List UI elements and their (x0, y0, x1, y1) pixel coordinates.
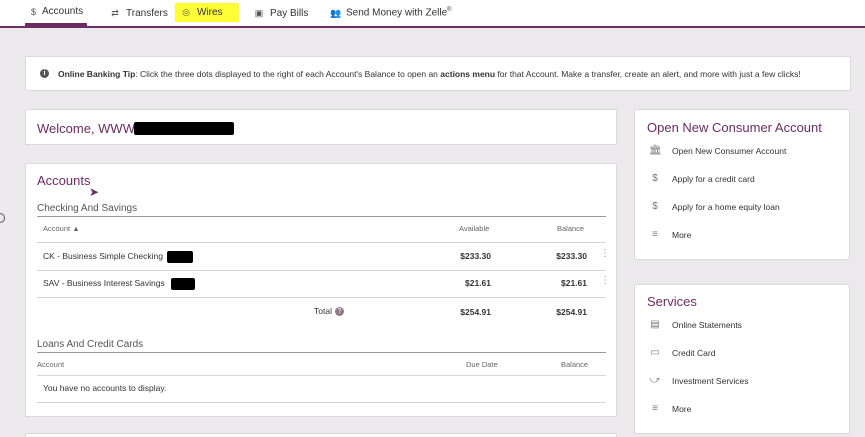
accounts-title: Accounts (37, 173, 91, 188)
more-open-account-link[interactable]: ≡ More (649, 229, 691, 240)
calendar-icon: ▣ (254, 7, 264, 18)
investment-services-link[interactable]: ⤻ Investment Services (649, 375, 749, 386)
top-navigation: $ Accounts ⇄ Transfers ◎ Wires ▣ Pay Bil… (0, 0, 865, 28)
tab-pay-bills-label: Pay Bills (270, 7, 309, 19)
open-account-card: Open New Consumer Account 🏛 Open New Con… (634, 109, 850, 260)
link-label: More (672, 403, 692, 414)
tab-zelle[interactable]: 👥 Send Money with Zelle® (324, 0, 458, 26)
total-balance: $254.91 (556, 307, 587, 317)
more-services-link[interactable]: ≡ More (649, 403, 691, 414)
scroll-indicator (0, 213, 5, 223)
dollar-icon: $ (652, 173, 658, 184)
bank-icon: 🏛 (649, 145, 662, 156)
tab-wires-label: Wires (197, 7, 223, 18)
credit-card-link[interactable]: ▭ Credit Card (649, 347, 715, 358)
tab-zelle-label: Send Money with Zelle® (346, 7, 452, 19)
column-available: Available (459, 224, 490, 233)
available-savings: $21.61 (465, 278, 491, 288)
account-name-savings[interactable]: SAV - Business Interest Savings (43, 278, 165, 288)
divider (37, 216, 606, 217)
sort-up-icon: ▲ (72, 224, 80, 233)
link-label: Open New Consumer Account (672, 145, 787, 156)
loans-column-account: Account (37, 360, 65, 369)
tip-banner: i Online Banking Tip: Click the three do… (25, 56, 851, 91)
tip-text: Online Banking Tip: Click the three dots… (58, 68, 801, 79)
tab-accounts-label: Accounts (42, 6, 84, 17)
redaction-bar (167, 251, 193, 263)
welcome-card: Welcome, WWW (25, 109, 617, 145)
registered-mark: ® (447, 7, 452, 14)
tab-pay-bills[interactable]: ▣ Pay Bills (248, 0, 314, 26)
divider (37, 352, 606, 353)
globe-icon: ◎ (182, 7, 190, 17)
welcome-text: Welcome, WWW (37, 121, 135, 136)
link-label: Apply for a credit card (672, 173, 755, 184)
help-icon[interactable]: ? (334, 307, 344, 317)
tab-wires[interactable]: ◎ Wires (175, 3, 239, 22)
dollar-icon: $ (652, 201, 658, 212)
total-available: $254.91 (460, 307, 491, 317)
link-label: Apply for a home equity loan (672, 201, 780, 212)
menu-icon: ≡ (652, 403, 658, 414)
available-checking: $233.30 (460, 251, 491, 261)
loans-heading: Loans And Credit Cards (37, 339, 144, 350)
document-icon: ▤ (650, 319, 660, 330)
balance-checking: $233.30 (556, 251, 587, 261)
divider (37, 270, 606, 271)
more-actions-icon[interactable]: ⋮ (600, 249, 610, 259)
balance-savings: $21.61 (561, 278, 587, 288)
accounts-card: Accounts Checking And Savings Account ▲ … (25, 163, 617, 417)
tip-actions-menu: actions menu (440, 68, 496, 79)
link-label: Online Statements (672, 319, 742, 330)
mouse-pointer-icon: ➤ (89, 185, 100, 199)
checking-savings-heading: Checking And Savings (37, 203, 138, 214)
online-statements-link[interactable]: ▤ Online Statements (649, 319, 742, 330)
column-balance: Balance (557, 224, 585, 233)
transfer-arrows-icon: ⇄ (111, 7, 119, 18)
menu-icon: ≡ (652, 229, 658, 240)
link-label: Investment Services (672, 375, 749, 386)
open-account-title: Open New Consumer Account (647, 120, 822, 135)
redaction-bar (134, 122, 234, 135)
loans-column-balance: Balance (561, 360, 589, 369)
divider (37, 242, 606, 243)
column-account[interactable]: Account ▲ (43, 224, 80, 233)
total-label: Total? (314, 306, 344, 317)
tab-accounts[interactable]: $ Accounts (25, 0, 87, 26)
services-card: Services ▤ Online Statements ▭ Credit Ca… (634, 284, 850, 434)
credit-card-icon: ▭ (650, 347, 660, 358)
divider (37, 375, 606, 376)
open-consumer-account-link[interactable]: 🏛 Open New Consumer Account (649, 145, 786, 156)
divider (37, 402, 606, 403)
divider (37, 297, 606, 298)
tip-label: Online Banking Tip (58, 68, 136, 79)
link-label: More (672, 229, 692, 240)
apply-home-equity-link[interactable]: $ Apply for a home equity loan (649, 201, 780, 212)
account-name-checking[interactable]: CK - Business Simple Checking (43, 251, 163, 261)
apply-credit-card-link[interactable]: $ Apply for a credit card (649, 173, 755, 184)
chart-line-icon: ⤻ (649, 375, 661, 386)
redaction-bar (171, 278, 195, 290)
tab-transfers[interactable]: ⇄ Transfers (104, 0, 174, 26)
dollar-icon: $ (31, 6, 37, 17)
more-actions-icon[interactable]: ⋮ (600, 276, 610, 286)
info-icon: i (40, 69, 49, 78)
tab-transfers-label: Transfers (126, 7, 168, 19)
people-icon: 👥 (330, 7, 342, 18)
link-label: Credit Card (672, 347, 716, 358)
services-title: Services (647, 294, 697, 309)
empty-message: You have no accounts to display. (43, 383, 167, 393)
loans-column-due-date: Due Date (466, 360, 498, 369)
next-card (25, 433, 617, 437)
